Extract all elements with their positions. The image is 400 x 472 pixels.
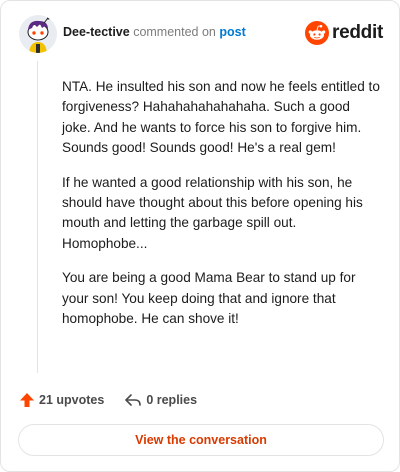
reply-arrow-icon bbox=[125, 394, 142, 406]
comment-actions: 21 upvotes 0 replies bbox=[19, 389, 197, 411]
upvote-count: 21 upvotes bbox=[39, 393, 105, 407]
comment-paragraph: NTA. He insulted his son and now he feel… bbox=[62, 79, 380, 156]
view-conversation-button[interactable]: View the conversation bbox=[18, 424, 384, 456]
reddit-snoo-icon bbox=[305, 21, 330, 45]
comment-meta: Dee-tective commented on post bbox=[63, 25, 246, 39]
reddit-wordmark: reddit bbox=[332, 22, 383, 43]
comment-body: NTA. He insulted his son and now he feel… bbox=[62, 77, 382, 343]
post-link[interactable]: post bbox=[219, 25, 245, 39]
replies-button[interactable]: 0 replies bbox=[124, 392, 197, 408]
reddit-logo[interactable]: reddit bbox=[305, 20, 383, 46]
comment-paragraph: You are being a good Mama Bear to stand … bbox=[62, 270, 356, 327]
comment-paragraph: If he wanted a good relationship with hi… bbox=[62, 174, 363, 251]
comment-header: Dee-tective commented on post reddit bbox=[19, 15, 383, 55]
thread-line bbox=[37, 61, 38, 373]
snoo-avatar-icon bbox=[19, 15, 57, 53]
upvote-button[interactable]: 21 upvotes bbox=[19, 392, 104, 408]
action-text: commented on bbox=[133, 25, 216, 39]
user-avatar[interactable] bbox=[19, 15, 57, 53]
reply-count: 0 replies bbox=[146, 393, 198, 407]
author-name[interactable]: Dee-tective bbox=[63, 25, 130, 39]
upvote-arrow-icon bbox=[20, 393, 34, 407]
embedded-comment-card: Dee-tective commented on post reddit NTA… bbox=[0, 0, 400, 472]
